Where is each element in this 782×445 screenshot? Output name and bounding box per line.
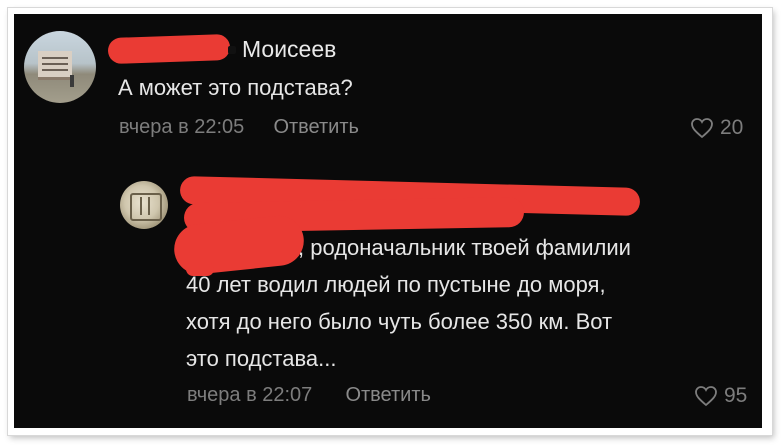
avatar[interactable] xyxy=(120,181,168,229)
comment-timestamp: вчера в 22:05 xyxy=(119,116,245,138)
comment-meta: вчера в 22:05 Ответить xyxy=(119,116,359,139)
reply-button[interactable]: Ответить xyxy=(345,384,431,406)
comment-meta: вчера в 22:07 Ответить xyxy=(187,384,431,407)
heart-outline-icon xyxy=(691,118,713,139)
avatar[interactable] xyxy=(24,31,96,103)
name-separator xyxy=(228,46,236,54)
comment-text-line: это подстава... xyxy=(186,346,337,371)
avatar-pattern xyxy=(130,193,162,221)
comment-author[interactable]: Моисеев xyxy=(242,36,336,63)
comments-screen: Моисеев А может это подстава? вчера в 22… xyxy=(14,14,762,428)
reply-button[interactable]: Ответить xyxy=(273,116,359,138)
redaction-mark xyxy=(107,33,231,65)
like-button[interactable]: 95 xyxy=(694,384,747,408)
comment-text-line: хотя до него было чуть более 350 км. Вот xyxy=(186,309,613,334)
avatar-person xyxy=(70,75,74,87)
like-count: 95 xyxy=(724,384,748,407)
comment-text-line: 40 лет водил людей по пустыне до моря, xyxy=(186,272,606,297)
heart-outline-icon xyxy=(695,386,717,407)
like-button[interactable]: 20 xyxy=(690,116,743,140)
comment-timestamp: вчера в 22:07 xyxy=(187,384,313,406)
like-count: 20 xyxy=(720,116,744,139)
comment-text-line: , родоначальник твоей фамилии xyxy=(298,235,631,260)
avatar-building xyxy=(38,51,72,80)
comment-text: А может это подстава? xyxy=(118,75,353,100)
